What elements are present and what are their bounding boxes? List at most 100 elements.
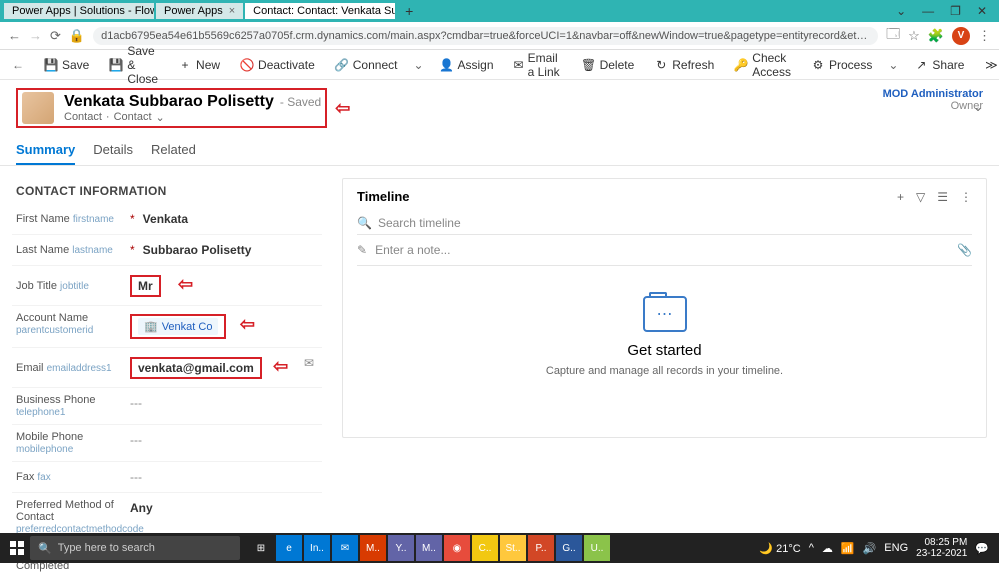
save-close-icon: 💾 (109, 58, 123, 72)
busphone-value[interactable]: --- (126, 394, 318, 412)
mobilephone-value[interactable]: --- (126, 431, 318, 449)
mail-app-icon[interactable]: ✉ (332, 535, 358, 561)
field-jobtitle[interactable]: Job Title jobtitle Mr ⇦ (12, 266, 322, 306)
language-indicator[interactable]: ENG (884, 542, 908, 554)
assign-button[interactable]: 👤Assign (432, 54, 502, 76)
extensions-icon[interactable]: 🧩 (928, 28, 944, 44)
attachment-icon[interactable]: 📎 (957, 243, 972, 257)
jobtitle-value[interactable]: Mr (130, 275, 161, 297)
saved-label: - Saved (280, 95, 321, 109)
chevron-down-icon[interactable]: ⌄ (409, 58, 427, 72)
notifications-icon[interactable]: 💬 (975, 542, 989, 555)
field-accountname[interactable]: Account Nameparentcustomerid 🏢Venkat Co … (12, 306, 322, 348)
refresh-button[interactable]: ↻Refresh (646, 54, 722, 76)
maximize-icon[interactable]: ❐ (942, 4, 969, 18)
fax-value[interactable]: --- (126, 468, 318, 486)
new-button[interactable]: +New (170, 54, 228, 76)
annotation-arrow-icon: ⇦ (335, 98, 350, 119)
field-mobilephone[interactable]: Mobile Phonemobilephone --- (12, 425, 322, 462)
flow-icon: ≫ (984, 58, 998, 72)
show-hidden-icon[interactable]: ^ (809, 542, 814, 554)
account-lookup[interactable]: 🏢Venkat Co (138, 318, 218, 335)
browser-tab-active[interactable]: Contact: Contact: Venkata Subb... × (245, 3, 395, 19)
powerpoint-icon[interactable]: P.. (528, 535, 554, 561)
outlook-icon[interactable]: In.. (304, 535, 330, 561)
delete-button[interactable]: 🗑Delete (574, 54, 643, 76)
apps-icon[interactable]: M.. (360, 535, 386, 561)
firstname-value[interactable]: Venkata (139, 210, 318, 228)
field-fax[interactable]: Fax fax --- (12, 462, 322, 493)
minimize-icon[interactable]: — (914, 4, 942, 18)
reload-icon[interactable]: ⟳ (50, 28, 61, 44)
field-firstname[interactable]: First Name firstname * Venkata (12, 204, 322, 235)
new-tab-button[interactable]: + (397, 3, 421, 19)
taskbar-search[interactable]: 🔍 Type here to search (30, 536, 240, 560)
share-button[interactable]: ↗Share (906, 54, 972, 76)
browser-tab[interactable]: Power Apps | Solutions - Flows × (4, 3, 154, 19)
edge-icon[interactable]: e (276, 535, 302, 561)
explorer-icon[interactable]: St.. (500, 535, 526, 561)
tab-details[interactable]: Details (93, 136, 133, 165)
timeline-search[interactable]: 🔍 Search timeline (357, 212, 972, 235)
wifi-icon[interactable]: 📶 (841, 542, 855, 555)
owner-field[interactable]: MOD Administrator Owner (883, 88, 983, 112)
deactivate-button[interactable]: 🚫Deactivate (232, 54, 323, 76)
translate-icon[interactable]: 🗔 (886, 25, 900, 47)
mail-icon[interactable]: ✉ (304, 356, 314, 370)
connect-icon: 🔗 (335, 58, 349, 72)
connect-button[interactable]: 🔗Connect (327, 54, 406, 76)
window-close-icon[interactable]: ✕ (969, 4, 995, 18)
browser-tab[interactable]: Power Apps × (156, 3, 243, 19)
save-button[interactable]: 💾Save (36, 54, 97, 76)
word-icon[interactable]: G.. (556, 535, 582, 561)
email-value[interactable]: venkata@gmail.com (130, 357, 262, 379)
more-icon[interactable]: ⋮ (960, 190, 972, 204)
screenshot-icon[interactable]: ◉ (444, 535, 470, 561)
cloud-icon[interactable]: ☁ (822, 542, 833, 555)
bookmark-icon[interactable]: ☆ (908, 28, 920, 44)
save-close-button[interactable]: 💾Save & Close (101, 40, 166, 90)
chrome-icon[interactable]: C.. (472, 535, 498, 561)
chevron-down-icon[interactable]: ⌄ (973, 100, 983, 114)
check-access-button[interactable]: 🔑Check Access (726, 47, 799, 83)
tab-related[interactable]: Related (151, 136, 196, 165)
chevron-down-icon[interactable]: ⌄ (884, 58, 902, 72)
preferred-value[interactable]: Any (126, 499, 318, 517)
timeline-note-input[interactable]: ✎ Enter a note... 📎 (357, 235, 972, 266)
filter-icon[interactable]: ▽ (916, 190, 925, 204)
teams2-icon[interactable]: M.. (416, 535, 442, 561)
chevron-down-icon[interactable]: ⌄ (888, 4, 914, 18)
windows-taskbar: 🔍 Type here to search ⊞ e In.. ✉ M.. Y..… (0, 533, 999, 563)
task-view-icon[interactable]: ⊞ (248, 535, 274, 561)
field-lastname[interactable]: Last Name lastname * Subbarao Polisetty (12, 235, 322, 266)
email-link-button[interactable]: ✉Email a Link (506, 47, 570, 83)
form-body: CONTACT INFORMATION First Name firstname… (0, 166, 999, 557)
tab-summary[interactable]: Summary (16, 136, 75, 165)
lock-icon[interactable]: 🔒 (69, 28, 85, 44)
other-app-icon[interactable]: U.. (584, 535, 610, 561)
search-icon: 🔍 (38, 542, 52, 555)
forward-icon[interactable]: → (29, 28, 42, 43)
chevron-down-icon[interactable]: ⌄ (156, 111, 165, 124)
close-icon[interactable]: × (229, 5, 235, 17)
flow-button[interactable]: ≫Flow (976, 54, 999, 76)
process-button[interactable]: ⚙Process (803, 54, 880, 76)
weather-icon[interactable]: 🌙 21°C (759, 542, 800, 555)
clock[interactable]: 08:25 PM 23-12-2021 (916, 537, 967, 559)
list-icon[interactable]: ☰ (937, 190, 948, 204)
add-icon[interactable]: + (897, 190, 904, 204)
nav-back-icon[interactable]: ← (12, 58, 24, 72)
menu-icon[interactable]: ⋮ (978, 28, 991, 44)
field-businessphone[interactable]: Business Phonetelephone1 --- (12, 388, 322, 425)
url-input[interactable]: d1acb6795ea54e61b5569c6257a0705f.crm.dyn… (93, 27, 878, 45)
lastname-value[interactable]: Subbarao Polisetty (139, 241, 318, 259)
field-email[interactable]: Email emailaddress1 venkata@gmail.com ⇦ … (12, 348, 322, 388)
teams-icon[interactable]: Y.. (388, 535, 414, 561)
back-icon[interactable]: ← (8, 28, 21, 43)
volume-icon[interactable]: 🔊 (863, 542, 877, 555)
record-header: Venkata Subbarao Polisetty- Saved Contac… (0, 80, 999, 136)
profile-avatar[interactable]: V (952, 27, 970, 45)
start-button[interactable] (4, 533, 30, 563)
record-title: Venkata Subbarao Polisetty (64, 93, 274, 110)
timeline-section: Timeline + ▽ ☰ ⋮ 🔍 Search timeline ✎ Ent… (342, 178, 987, 545)
